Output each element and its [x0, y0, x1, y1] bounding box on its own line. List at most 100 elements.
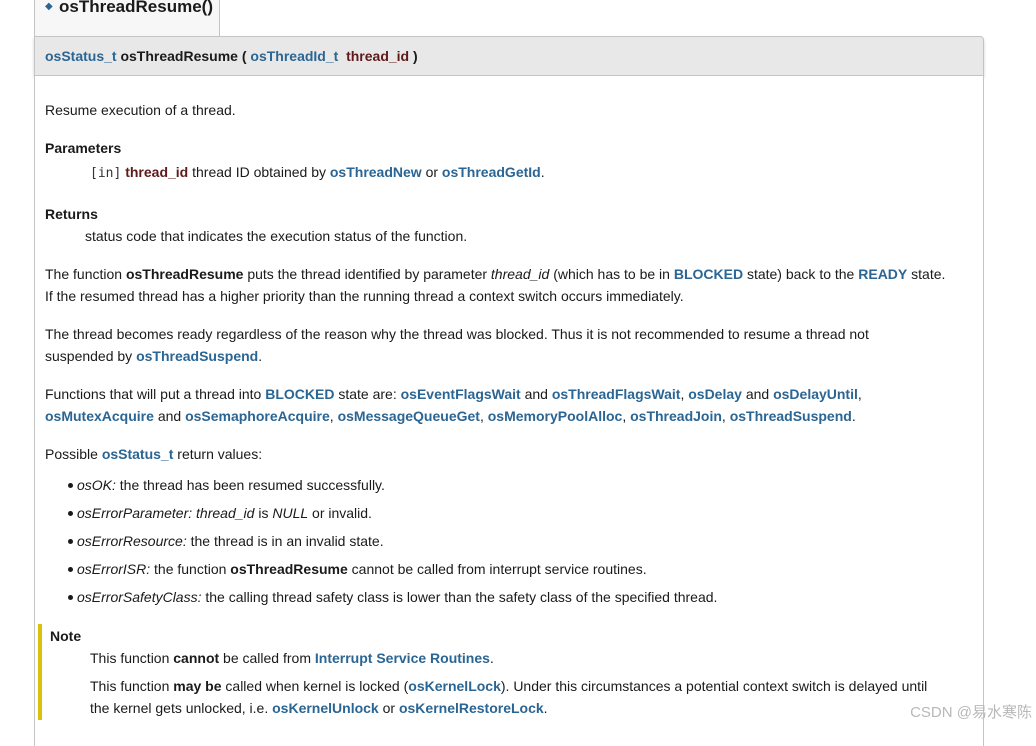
- link-osKernelLock[interactable]: osKernelLock: [408, 678, 501, 694]
- text: puts the thread identified by parameter: [247, 266, 488, 282]
- param-name: thread_id: [346, 48, 410, 64]
- link-osMemoryPoolAlloc[interactable]: osMemoryPoolAlloc: [488, 408, 623, 424]
- list-item: osErrorParameter: thread_id is NULL or i…: [68, 502, 717, 530]
- text: (which has to be in: [553, 266, 670, 282]
- paren-open: (: [241, 48, 247, 64]
- text-or: or: [425, 164, 439, 180]
- list-item: osErrorResource: the thread is in an inv…: [68, 530, 717, 558]
- text: the function: [154, 561, 227, 577]
- text: the kernel gets unlocked, i.e.: [90, 700, 269, 716]
- link-osKernelRestoreLock[interactable]: osKernelRestoreLock: [399, 700, 544, 716]
- text-bold: may be: [173, 678, 222, 694]
- param-row: [in] thread_id thread ID obtained by osT…: [90, 161, 545, 185]
- para-3-line-1: Functions that will put a thread into BL…: [45, 383, 862, 405]
- note-line-2: This function may be called when kernel …: [90, 675, 927, 697]
- note-block: Note This function cannot be called from…: [38, 624, 978, 720]
- text-comma: ,: [479, 408, 484, 424]
- func-name-bold: osThreadResume: [125, 266, 244, 282]
- param-name: thread_id: [125, 164, 189, 180]
- bullet-icon: [68, 483, 73, 488]
- text: This function: [90, 678, 170, 694]
- link-osKernelUnlock[interactable]: osKernelUnlock: [272, 700, 379, 716]
- text: Functions that will put a thread into: [45, 386, 262, 402]
- link-osStatus_t[interactable]: osStatus_t: [45, 48, 117, 64]
- link-ready[interactable]: READY: [858, 266, 907, 282]
- para-1-line-2: If the resumed thread has a higher prior…: [45, 288, 684, 304]
- link-osThreadGetId[interactable]: osThreadGetId: [442, 164, 541, 180]
- link-osThreadFlagsWait[interactable]: osThreadFlagsWait: [552, 386, 681, 402]
- link-osSemaphoreAcquire[interactable]: osSemaphoreAcquire: [185, 408, 330, 424]
- link-osThreadJoin[interactable]: osThreadJoin: [630, 408, 722, 424]
- text: state.: [911, 266, 946, 282]
- text-period: .: [851, 408, 856, 424]
- text-or: or: [382, 700, 396, 716]
- link-osEventFlagsWait[interactable]: osEventFlagsWait: [401, 386, 521, 402]
- page-title: osThreadResume(): [59, 0, 213, 16]
- watermark: CSDN @易水寒陈: [910, 704, 1032, 721]
- note-line-1: This function cannot be called from Inte…: [90, 647, 494, 669]
- text-comma: ,: [680, 386, 685, 402]
- text-comma: ,: [329, 408, 334, 424]
- text: suspended by: [45, 348, 133, 364]
- param-italic: thread_id: [490, 266, 550, 282]
- function-signature: osStatus_t osThreadResume ( osThreadId_t…: [45, 48, 418, 64]
- status-code: osErrorISR:: [77, 561, 151, 577]
- func-name-bold: osThreadResume: [230, 561, 348, 577]
- text-and: and: [745, 386, 770, 402]
- text-and: and: [157, 408, 182, 424]
- text: This function: [90, 650, 170, 666]
- link-osThreadSuspend[interactable]: osThreadSuspend: [136, 348, 258, 364]
- list-item: osOK: the thread has been resumed succes…: [68, 474, 717, 502]
- bullet-icon: [68, 539, 73, 544]
- text-period: .: [540, 164, 545, 180]
- status-code: osErrorResource:: [77, 533, 187, 549]
- text: is: [258, 505, 269, 521]
- bullet-icon: [68, 511, 73, 516]
- status-desc: the calling thread safety class is lower…: [205, 589, 718, 605]
- link-osDelay[interactable]: osDelay: [688, 386, 742, 402]
- text: called when kernel is locked (: [225, 678, 409, 694]
- para-3-line-2: osMutexAcquire and osSemaphoreAcquire, o…: [45, 405, 856, 427]
- status-desc: the thread has been resumed successfully…: [119, 477, 385, 493]
- link-osThreadNew[interactable]: osThreadNew: [330, 164, 422, 180]
- link-interrupt-service-routines[interactable]: Interrupt Service Routines: [315, 650, 490, 666]
- link-blocked-2[interactable]: BLOCKED: [265, 386, 334, 402]
- params-heading: Parameters: [45, 140, 122, 156]
- text-period: .: [489, 650, 494, 666]
- text-period: .: [258, 348, 263, 364]
- text-comma: ,: [721, 408, 726, 424]
- bullet-icon: [68, 595, 73, 600]
- bullet-icon: [68, 567, 73, 572]
- note-line-3: the kernel gets unlocked, i.e. osKernelU…: [90, 697, 548, 719]
- text: Possible: [45, 446, 98, 462]
- list-item: osErrorSafetyClass: the calling thread s…: [68, 586, 718, 614]
- text: or invalid.: [312, 505, 372, 521]
- text: be called from: [223, 650, 311, 666]
- diamond-icon: ◆: [45, 1, 53, 12]
- brief-description: Resume execution of a thread.: [45, 102, 236, 118]
- text-bold: cannot: [173, 650, 220, 666]
- text-and: and: [524, 386, 548, 402]
- status-code: osOK:: [77, 477, 116, 493]
- link-osMessageQueueGet[interactable]: osMessageQueueGet: [338, 408, 480, 424]
- param-italic: thread_id: [196, 505, 255, 521]
- link-osMutexAcquire[interactable]: osMutexAcquire: [45, 408, 154, 424]
- text: The function: [45, 266, 123, 282]
- link-osThreadSuspend-2[interactable]: osThreadSuspend: [730, 408, 852, 424]
- returns-desc: status code that indicates the execution…: [85, 228, 468, 244]
- status-desc: the thread is in an invalid state.: [190, 533, 384, 549]
- null-italic: NULL: [272, 505, 309, 521]
- param-direction: [in]: [90, 166, 122, 181]
- list-item: osErrorISR: the function osThreadResume …: [68, 558, 717, 586]
- text: state are:: [338, 386, 397, 402]
- link-osDelayUntil[interactable]: osDelayUntil: [773, 386, 858, 402]
- returns-heading: Returns: [45, 206, 98, 222]
- link-osStatus_t-2[interactable]: osStatus_t: [102, 446, 174, 462]
- text-comma: ,: [622, 408, 627, 424]
- link-osThreadId_t[interactable]: osThreadId_t: [250, 48, 338, 64]
- text-comma: ,: [857, 386, 862, 402]
- para-2-line-1: The thread becomes ready regardless of t…: [45, 326, 869, 342]
- text: cannot be called from interrupt service …: [351, 561, 647, 577]
- link-blocked[interactable]: BLOCKED: [674, 266, 743, 282]
- param-desc: thread ID obtained by: [192, 164, 326, 180]
